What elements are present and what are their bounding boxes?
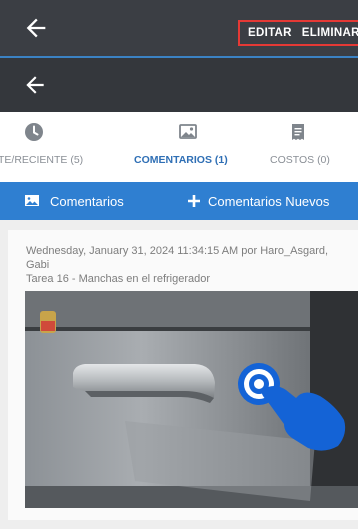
new-comments-button-label: Comentarios Nuevos [208, 193, 330, 209]
arrow-left-icon[interactable] [22, 14, 50, 42]
new-comments-button[interactable]: Comentarios Nuevos [186, 182, 329, 220]
tab-costs[interactable]: COSTOS (0) [262, 112, 358, 182]
tab-bar: TE/RECIENTE (5) COMENTARIOS (1) COSTOS (… [0, 112, 358, 182]
tab-comments-label: COMENTARIOS (1) [134, 154, 228, 166]
record-actions: EDITAR ELIMINAR [238, 20, 358, 46]
secondary-app-bar [0, 58, 358, 112]
comment-task: Tarea 16 - Manchas en el refrigerador [26, 273, 211, 285]
top-app-bar: EDITAR ELIMINAR [0, 0, 358, 56]
tab-costs-label: COSTOS (0) [270, 154, 330, 166]
clock-icon [25, 123, 43, 141]
comment-meta: Wednesday, January 31, 2024 11:34:15 AM … [26, 244, 346, 286]
tab-comments[interactable]: COMENTARIOS (1) [128, 112, 252, 182]
comments-action-bar: Comentarios Comentarios Nuevos [0, 182, 358, 220]
comment-date-author: Wednesday, January 31, 2024 11:34:15 AM … [26, 245, 329, 271]
photo-comment-icon [25, 195, 39, 206]
receipt-icon [292, 124, 304, 140]
tab-recent-label: TE/RECIENTE (5) [0, 154, 84, 166]
edit-button[interactable]: EDITAR [248, 27, 292, 39]
plus-icon [188, 195, 200, 207]
delete-button[interactable]: ELIMINAR [302, 27, 358, 39]
comments-button[interactable]: Comentarios [24, 182, 124, 220]
arrow-left-icon[interactable] [22, 72, 48, 98]
tab-recent[interactable]: TE/RECIENTE (5) [0, 112, 118, 182]
comments-button-label: Comentarios [50, 193, 124, 209]
tap-hand-icon [238, 363, 346, 451]
photo-icon [179, 124, 197, 139]
